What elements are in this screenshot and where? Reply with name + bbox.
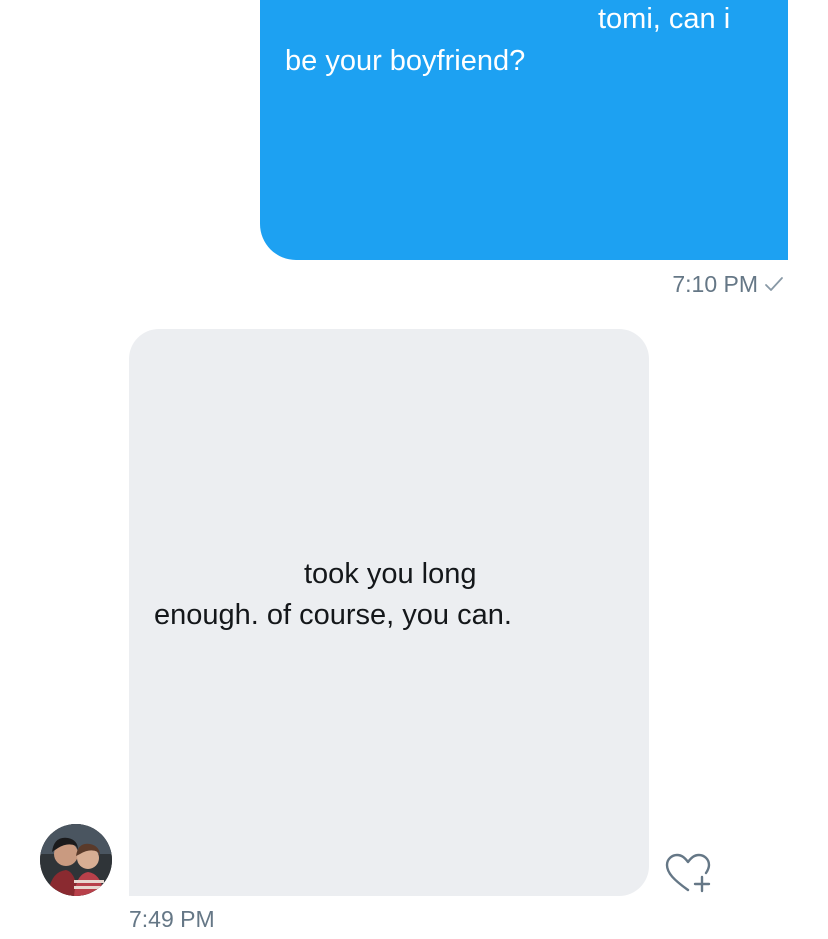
avatar-photo — [40, 824, 112, 896]
sent-message-timestamp: 7:10 PM — [672, 271, 758, 297]
check-icon — [765, 277, 783, 291]
heart-plus-icon[interactable] — [664, 852, 714, 894]
received-message-text-line: enough. of course, you can. — [154, 599, 512, 631]
received-message-timestamp: 7:49 PM — [129, 906, 215, 932]
received-message-text-line: took you long — [304, 558, 477, 590]
received-message-bubble[interactable]: took you long enough. of course, you can… — [129, 329, 649, 896]
sent-message-text-line: be your boyfriend? — [285, 45, 526, 77]
sent-message-text-line: tomi, can i — [598, 3, 731, 35]
sent-message-bubble[interactable]: tomi, can i be your boyfriend? — [260, 0, 788, 260]
avatar[interactable] — [40, 824, 112, 896]
